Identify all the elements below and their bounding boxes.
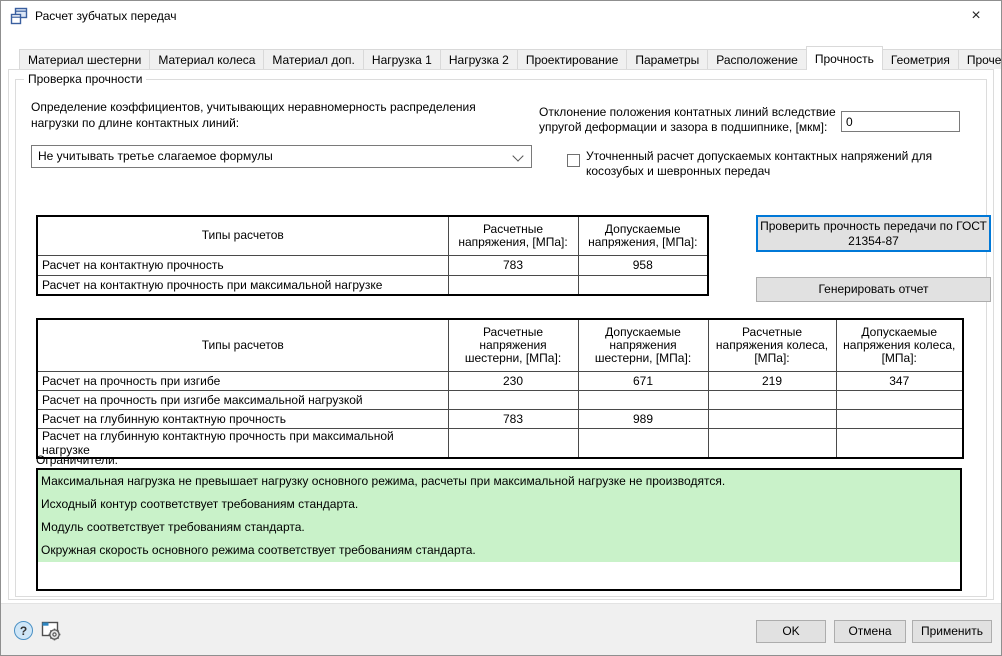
table-cell: Расчет на глубинную контактную прочность	[37, 409, 448, 428]
table-cell	[836, 390, 963, 409]
refine-checkbox-label: Уточненный расчет допускаемых контактных…	[586, 149, 981, 179]
table-cell: 783	[448, 255, 578, 275]
cancel-button[interactable]: Отмена	[834, 620, 906, 643]
tab-nagruzka-1[interactable]: Нагрузка 1	[363, 49, 441, 69]
table-cell: 783	[448, 409, 578, 428]
table-cell	[708, 390, 836, 409]
table-cell: Расчет на прочность при изгибе максималь…	[37, 390, 448, 409]
apply-button[interactable]: Применить	[912, 620, 992, 643]
table-cell	[708, 428, 836, 458]
table-header-cell: Допускаемые напряжения шестерни, [МПа]:	[578, 319, 708, 371]
table-cell	[578, 275, 708, 295]
table-header-row: Типы расчетов Расчетные напряжения, [МПа…	[37, 216, 708, 255]
tab-proektirovanie[interactable]: Проектирование	[517, 49, 628, 69]
table-row: Расчет на контактную прочность при макси…	[37, 275, 708, 295]
limiter-item[interactable]: Окружная скорость основного режима соотв…	[38, 539, 960, 562]
table-cell	[836, 428, 963, 458]
table-header-cell: Типы расчетов	[37, 216, 448, 255]
dialog-window: Расчет зубчатых передач × Материал шесте…	[0, 0, 1002, 656]
table-cell	[448, 428, 578, 458]
chevron-down-icon	[512, 150, 523, 161]
table-header-cell: Расчетные напряжения, [МПа]:	[448, 216, 578, 255]
groupbox-title: Проверка прочности	[24, 72, 146, 86]
table-header-cell: Типы расчетов	[37, 319, 448, 371]
table-row: Расчет на прочность при изгибе максималь…	[37, 390, 963, 409]
table-cell	[578, 390, 708, 409]
check-strength-button[interactable]: Проверить прочность передачи по ГОСТ 213…	[756, 215, 991, 252]
tab-material-kolesa[interactable]: Материал колеса	[149, 49, 264, 69]
limiter-item[interactable]: Модуль соответствует требованиям стандар…	[38, 516, 960, 539]
table-row: Расчет на глубинную контактную прочность…	[37, 409, 963, 428]
tab-parametry[interactable]: Параметры	[626, 49, 708, 69]
table-cell: Расчет на контактную прочность	[37, 255, 448, 275]
table-header-row: Типы расчетов Расчетные напряжения шесте…	[37, 319, 963, 371]
table-cell: 347	[836, 371, 963, 390]
table-row: Расчет на контактную прочность 783 958	[37, 255, 708, 275]
limiters-label: Ограничители:	[36, 452, 118, 468]
table-cell	[448, 275, 578, 295]
table-header-cell: Расчетные напряжения колеса, [МПа]:	[708, 319, 836, 371]
limiters-listbox[interactable]: Максимальная нагрузка не превышает нагру…	[36, 468, 962, 591]
close-icon[interactable]: ×	[963, 5, 989, 27]
tab-prochnost[interactable]: Прочность	[806, 46, 883, 70]
table-header-cell: Допускаемые напряжения, [МПа]:	[578, 216, 708, 255]
ok-button[interactable]: OK	[756, 620, 826, 643]
table-cell: Расчет на прочность при изгибе	[37, 371, 448, 390]
table-cell: 219	[708, 371, 836, 390]
tab-nagruzka-2[interactable]: Нагрузка 2	[440, 49, 518, 69]
window-title: Расчет зубчатых передач	[35, 9, 177, 23]
tab-strip: Материал шестерни Материал колеса Матери…	[19, 46, 1002, 69]
tab-raspolozhenie[interactable]: Расположение	[707, 49, 807, 69]
table-cell: Расчет на контактную прочность при макси…	[37, 275, 448, 295]
coeff-label: Определение коэффициентов, учитывающих н…	[31, 99, 516, 131]
help-icon[interactable]: ?	[14, 621, 33, 640]
table-cell: 989	[578, 409, 708, 428]
coeff-dropdown[interactable]: Не учитывать третье слагаемое формулы	[31, 145, 532, 168]
generate-report-button[interactable]: Генерировать отчет	[756, 277, 991, 302]
deviation-label: Отклонение положения контатных линий всл…	[539, 105, 844, 135]
table-cell	[448, 390, 578, 409]
tab-geometriya[interactable]: Геометрия	[882, 49, 959, 69]
coeff-dropdown-value: Не учитывать третье слагаемое формулы	[38, 149, 273, 163]
table-cell	[578, 428, 708, 458]
limiter-item[interactable]: Исходный контур соответствует требования…	[38, 493, 960, 516]
app-icon	[10, 7, 28, 25]
table-cell: 671	[578, 371, 708, 390]
tab-material-dop[interactable]: Материал доп.	[263, 49, 363, 69]
tab-prochee[interactable]: Прочее	[958, 49, 1002, 69]
table-header-cell: Расчетные напряжения шестерни, [МПа]:	[448, 319, 578, 371]
limiter-item[interactable]: Максимальная нагрузка не превышает нагру…	[38, 470, 960, 493]
table-cell	[708, 409, 836, 428]
bending-table: Типы расчетов Расчетные напряжения шесте…	[36, 318, 964, 459]
title-bar: Расчет зубчатых передач ×	[1, 1, 1001, 31]
table-header-cell: Допускаемые напряжения колеса, [МПа]:	[836, 319, 963, 371]
table-cell: 230	[448, 371, 578, 390]
contact-table: Типы расчетов Расчетные напряжения, [МПа…	[36, 215, 709, 296]
table-cell	[836, 409, 963, 428]
table-row: Расчет на глубинную контактную прочность…	[37, 428, 963, 458]
refine-checkbox[interactable]	[567, 154, 580, 167]
deviation-input[interactable]	[841, 111, 960, 132]
table-row: Расчет на прочность при изгибе 230 671 2…	[37, 371, 963, 390]
tab-material-shesterni[interactable]: Материал шестерни	[19, 49, 150, 69]
settings-icon[interactable]	[41, 620, 61, 641]
table-cell: 958	[578, 255, 708, 275]
